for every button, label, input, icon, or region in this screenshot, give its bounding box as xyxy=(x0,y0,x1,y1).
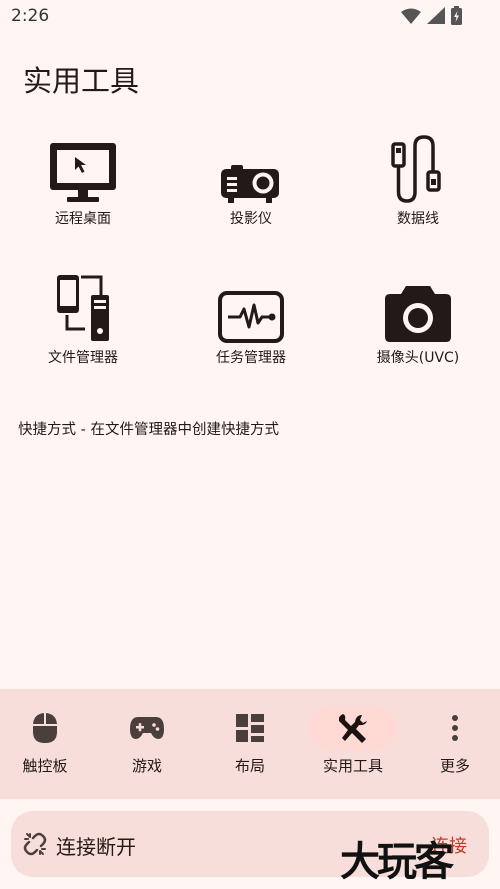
tool-task-manager[interactable]: 任务管理器 xyxy=(181,273,321,367)
tool-label: 远程桌面 xyxy=(55,211,111,227)
nav-label: 布局 xyxy=(234,757,265,775)
signal-icon xyxy=(427,7,445,24)
link-off-icon xyxy=(23,832,47,856)
tool-label: 投影仪 xyxy=(230,211,272,227)
activity-monitor-icon xyxy=(218,291,284,343)
camera-icon xyxy=(385,286,451,342)
projector-icon xyxy=(221,165,279,203)
nav-label: 实用工具 xyxy=(322,757,383,775)
nav-item-touchpad[interactable]: 触控板 xyxy=(0,689,95,799)
tool-label: 摄像头(UVC) xyxy=(376,350,460,366)
layout-icon xyxy=(236,714,264,742)
tool-label: 文件管理器 xyxy=(48,350,118,366)
tool-data-cable[interactable]: 数据线 xyxy=(348,134,488,228)
tool-label: 任务管理器 xyxy=(216,350,286,366)
nav-item-game[interactable]: 游戏 xyxy=(97,689,197,799)
usb-cable-icon xyxy=(391,135,441,203)
gamepad-icon xyxy=(130,717,164,739)
nav-label: 触控板 xyxy=(22,757,68,775)
more-vert-icon xyxy=(452,715,458,741)
wifi-icon xyxy=(401,8,421,24)
nav-item-tools[interactable]: 实用工具 xyxy=(303,689,403,799)
monitor-cursor-icon xyxy=(50,143,116,202)
mouse-icon xyxy=(33,713,57,743)
nav-item-layout[interactable]: 布局 xyxy=(200,689,300,799)
status-time: 2:26 xyxy=(11,6,50,26)
shortcut-hint: 快捷方式 - 在文件管理器中创建快捷方式 xyxy=(18,422,279,438)
tool-camera-uvc[interactable]: 摄像头(UVC) xyxy=(348,273,488,367)
connection-status: 连接断开 xyxy=(56,835,136,859)
tools-icon xyxy=(338,714,367,743)
phone-pc-transfer-icon xyxy=(57,275,109,341)
tool-label: 数据线 xyxy=(397,211,439,227)
nav-label: 游戏 xyxy=(131,757,162,775)
watermark-logo: 大玩客 xyxy=(340,839,454,885)
page-title: 实用工具 xyxy=(23,64,140,98)
tool-remote-desktop[interactable]: 远程桌面 xyxy=(13,134,153,228)
status-icons xyxy=(401,6,462,25)
status-bar: 2:26 xyxy=(0,0,500,34)
battery-icon xyxy=(451,6,462,25)
nav-item-more[interactable]: 更多 xyxy=(405,689,500,799)
tool-projector[interactable]: 投影仪 xyxy=(181,134,321,228)
nav-label: 更多 xyxy=(439,757,470,775)
bottom-nav: 触控板 游戏 布局 实用工具 更多 xyxy=(0,689,500,799)
tool-file-manager[interactable]: 文件管理器 xyxy=(13,273,153,367)
